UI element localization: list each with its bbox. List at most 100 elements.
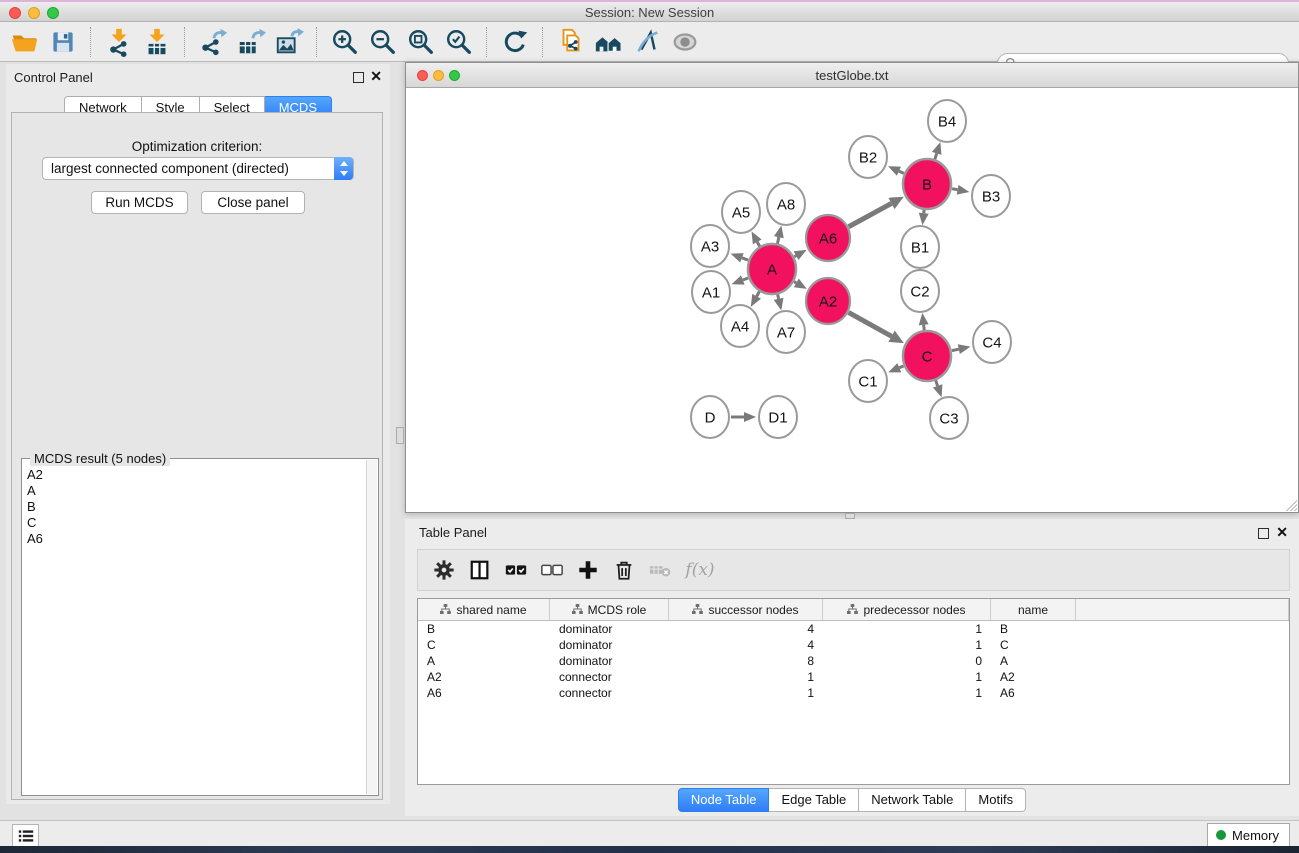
cell-mcds-role[interactable]: connector xyxy=(550,670,669,684)
tab-network-table[interactable]: Network Table xyxy=(859,788,966,812)
graph-edge-D-D1[interactable] xyxy=(731,412,756,422)
column-header-mcds-role[interactable]: MCDS role xyxy=(550,599,669,620)
zoom-out-button[interactable] xyxy=(366,26,400,58)
delete-table-button[interactable] xyxy=(642,555,678,585)
hide-graphics-details-button[interactable] xyxy=(630,26,664,58)
show-hide-graphics-button[interactable] xyxy=(668,26,702,58)
refresh-network-button[interactable] xyxy=(498,26,532,58)
graph-node-C4[interactable]: C4 xyxy=(973,321,1011,363)
cell-successor-nodes[interactable]: 4 xyxy=(669,622,823,636)
graph-edge-A-A1[interactable] xyxy=(732,275,749,284)
column-header-successor-nodes[interactable]: successor nodes xyxy=(669,599,823,620)
cell-predecessor-nodes[interactable]: 0 xyxy=(823,654,991,668)
graph-node-A5[interactable]: A5 xyxy=(722,191,760,233)
graph-edge-A-A6[interactable] xyxy=(794,250,807,260)
graph-node-C3[interactable]: C3 xyxy=(930,397,968,439)
graph-node-D[interactable]: D xyxy=(691,396,729,438)
zoom-in-button[interactable] xyxy=(328,26,362,58)
graph-node-A1[interactable]: A1 xyxy=(692,271,730,313)
cell-name[interactable]: A xyxy=(991,654,1076,668)
graph-edge-A-A2[interactable] xyxy=(794,279,807,289)
cell-successor-nodes[interactable]: 4 xyxy=(669,638,823,652)
graph-edge-C-C3[interactable] xyxy=(933,380,942,397)
graph-edge-C-C2[interactable] xyxy=(919,313,929,331)
graph-edge-B-B1[interactable] xyxy=(919,209,929,225)
cell-mcds-role[interactable]: dominator xyxy=(550,638,669,652)
cell-shared-name[interactable]: A2 xyxy=(418,670,550,684)
graph-edge-A-A3[interactable] xyxy=(731,253,748,262)
cell-mcds-role[interactable]: connector xyxy=(550,686,669,700)
table-settings-button[interactable] xyxy=(426,555,462,585)
graph-node-B4[interactable]: B4 xyxy=(928,100,966,142)
graph-edge-B-B4[interactable] xyxy=(932,142,942,160)
graph-edge-A-A4[interactable] xyxy=(751,291,761,307)
graph-edge-C-C4[interactable] xyxy=(952,344,971,354)
table-row[interactable]: A2connector11A2 xyxy=(418,669,1289,685)
add-row-button[interactable] xyxy=(570,555,606,585)
graph-node-C2[interactable]: C2 xyxy=(901,270,939,312)
mcds-result-item[interactable]: B xyxy=(24,499,366,515)
memory-button[interactable]: Memory xyxy=(1207,823,1290,847)
graph-edge-B-B3[interactable] xyxy=(952,185,969,195)
cell-name[interactable]: C xyxy=(991,638,1076,652)
mcds-result-item[interactable]: A6 xyxy=(24,531,366,547)
graph-node-A4[interactable]: A4 xyxy=(721,305,759,347)
delete-row-button[interactable] xyxy=(606,555,642,585)
graph-node-B2[interactable]: B2 xyxy=(849,136,887,178)
graph-node-A[interactable]: A xyxy=(748,244,796,294)
new-network-from-selection-button[interactable] xyxy=(554,26,588,58)
mcds-result-item[interactable]: A xyxy=(24,483,366,499)
cell-successor-nodes[interactable]: 8 xyxy=(669,654,823,668)
task-history-button[interactable] xyxy=(12,824,39,847)
cell-shared-name[interactable]: C xyxy=(418,638,550,652)
graph-node-A8[interactable]: A8 xyxy=(767,183,805,225)
graph-node-A2[interactable]: A2 xyxy=(806,278,850,324)
graph-edge-A6-B[interactable] xyxy=(849,197,904,227)
export-image-button[interactable] xyxy=(272,26,306,58)
float-panel-icon[interactable] xyxy=(353,72,364,83)
cell-name[interactable]: A6 xyxy=(991,686,1076,700)
tab-edge-table[interactable]: Edge Table xyxy=(769,788,859,812)
column-header-name[interactable]: name xyxy=(991,599,1076,620)
graph-edge-C-C1[interactable] xyxy=(888,363,903,372)
column-header-predecessor-nodes[interactable]: predecessor nodes xyxy=(823,599,991,620)
vertical-split-handle[interactable] xyxy=(396,427,404,444)
graph-edge-A-A5[interactable] xyxy=(752,231,762,246)
function-builder-button[interactable]: f(x) xyxy=(678,555,722,585)
select-all-button[interactable] xyxy=(498,555,534,585)
cell-predecessor-nodes[interactable]: 1 xyxy=(823,622,991,636)
open-session-button[interactable] xyxy=(8,26,42,58)
cell-mcds-role[interactable]: dominator xyxy=(550,654,669,668)
import-network-button[interactable] xyxy=(102,26,136,58)
cell-predecessor-nodes[interactable]: 1 xyxy=(823,638,991,652)
open-cybrowser-button[interactable] xyxy=(592,26,626,58)
cell-name[interactable]: B xyxy=(991,622,1076,636)
graph-node-B1[interactable]: B1 xyxy=(901,226,939,268)
save-session-button[interactable] xyxy=(46,26,80,58)
graph-edge-A-A8[interactable] xyxy=(774,226,784,245)
cell-shared-name[interactable]: A6 xyxy=(418,686,550,700)
window-resize-grip[interactable] xyxy=(1284,498,1297,511)
graph-edge-A2-C[interactable] xyxy=(849,312,904,343)
cell-name[interactable]: A2 xyxy=(991,670,1076,684)
close-panel-button[interactable]: Close panel xyxy=(201,191,305,214)
close-panel-icon[interactable]: ✕ xyxy=(1276,525,1288,539)
graph-node-C[interactable]: C xyxy=(903,331,951,381)
table-row[interactable]: Cdominator41C xyxy=(418,637,1289,653)
zoom-fit-button[interactable] xyxy=(404,26,438,58)
zoom-selected-button[interactable] xyxy=(442,26,476,58)
mcds-result-item[interactable]: A2 xyxy=(24,467,366,483)
graph-node-A6[interactable]: A6 xyxy=(806,215,850,261)
table-row[interactable]: Bdominator41B xyxy=(418,621,1289,637)
graph-edge-B-B2[interactable] xyxy=(888,166,904,176)
graph-edge-A-A7[interactable] xyxy=(774,294,784,311)
import-table-button[interactable] xyxy=(140,26,174,58)
network-canvas[interactable]: B4B2BB3A5A8A6B1A3AA1C2A2A4A7C4CC1C3DD1 xyxy=(406,88,1298,512)
optimization-criterion-select[interactable]: largest connected component (directed) xyxy=(42,157,354,180)
graph-node-A7[interactable]: A7 xyxy=(767,311,805,353)
close-panel-icon[interactable]: ✕ xyxy=(370,69,382,83)
cell-successor-nodes[interactable]: 1 xyxy=(669,686,823,700)
cell-successor-nodes[interactable]: 1 xyxy=(669,670,823,684)
table-row[interactable]: A6connector11A6 xyxy=(418,685,1289,701)
graph-node-B3[interactable]: B3 xyxy=(972,175,1010,217)
